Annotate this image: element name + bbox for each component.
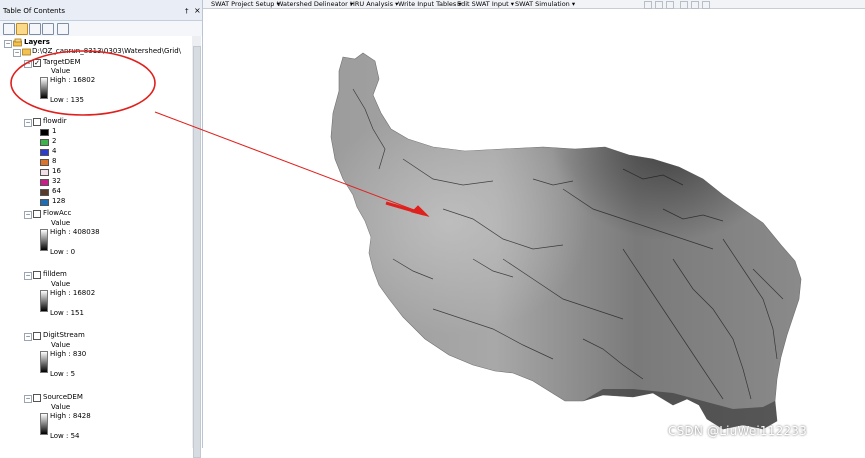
- layer-name-sourcedem[interactable]: SourceDEM: [43, 392, 83, 402]
- flowdir-swatch: [40, 149, 49, 156]
- toc-scrollbar[interactable]: [192, 36, 201, 458]
- menu-hru-analysis[interactable]: HRU Analysis ▾: [350, 0, 398, 8]
- layer-name-digitstream[interactable]: DigitStream: [43, 330, 85, 340]
- sourcedem-low: Low : 54: [50, 432, 80, 440]
- flowdir-class-label: 64: [52, 187, 61, 195]
- sourcedem-color-ramp: [40, 413, 48, 435]
- flowdir-swatch: [40, 129, 49, 136]
- watermark: CSDN @LiuWei112233: [668, 424, 807, 438]
- flowdir-class-label: 128: [52, 197, 66, 205]
- targetdem-collapse-icon[interactable]: −: [24, 60, 32, 68]
- targetdem-high: High : 16802: [50, 76, 96, 84]
- toolbar-disabled-icon[interactable]: [680, 1, 688, 9]
- list-by-drawing-order-icon[interactable]: [3, 23, 15, 35]
- menu-write-input-tables[interactable]: Write Input Tables ▾: [398, 0, 462, 8]
- list-by-selection-icon[interactable]: [42, 23, 54, 35]
- group-collapse-icon[interactable]: −: [13, 49, 21, 57]
- list-by-source-icon[interactable]: [16, 23, 28, 35]
- menu-swat-project-setup[interactable]: SWAT Project Setup ▾: [211, 0, 280, 8]
- flowdir-class-label: 8: [52, 157, 57, 165]
- sourcedem-collapse-icon[interactable]: −: [24, 395, 32, 403]
- toc-title: Table Of Contents: [3, 7, 66, 15]
- layer-name-filldem[interactable]: filldem: [43, 269, 67, 279]
- filldem-color-ramp: [40, 290, 48, 312]
- flowdir-collapse-icon[interactable]: −: [24, 119, 32, 127]
- flowdir-swatch: [40, 169, 49, 176]
- options-icon[interactable]: [57, 23, 69, 35]
- close-icon[interactable]: ×: [194, 6, 201, 15]
- pin-icon[interactable]: †: [185, 7, 189, 15]
- map-view[interactable]: [203, 9, 865, 448]
- menu-watershed-delineator[interactable]: Watershed Delineator ▾: [277, 0, 353, 8]
- layers-collapse-icon[interactable]: −: [4, 40, 12, 48]
- filldem-high: High : 16802: [50, 289, 96, 297]
- menu-swat-simulation[interactable]: SWAT Simulation ▾: [515, 0, 575, 8]
- toc-title-bar: Table Of Contents † ×: [0, 0, 202, 21]
- swat-toolbar: SWAT Project Setup ▾ Watershed Delineato…: [203, 0, 865, 9]
- layers-icon: [13, 38, 22, 47]
- toolbar-disabled-icon[interactable]: [655, 1, 663, 9]
- layer-name-flowdir[interactable]: flowdir: [43, 116, 67, 126]
- toolbar-disabled-icon[interactable]: [691, 1, 699, 9]
- flowacc-color-ramp: [40, 229, 48, 251]
- filldem-checkbox[interactable]: [33, 271, 41, 279]
- layer-name-flowacc[interactable]: FlowAcc: [43, 208, 71, 218]
- toolbar-disabled-icon[interactable]: [644, 1, 652, 9]
- filldem-collapse-icon[interactable]: −: [24, 272, 32, 280]
- flowacc-high: High : 408038: [50, 228, 100, 236]
- list-by-visibility-icon[interactable]: [29, 23, 41, 35]
- sourcedem-high: High : 8428: [50, 412, 91, 420]
- flowdir-class-label: 16: [52, 167, 61, 175]
- digitstream-collapse-icon[interactable]: −: [24, 333, 32, 341]
- digitstream-checkbox[interactable]: [33, 332, 41, 340]
- flowdir-swatch: [40, 159, 49, 166]
- flowdir-class-label: 1: [52, 127, 57, 135]
- folder-icon: [22, 48, 31, 56]
- flowacc-low: Low : 0: [50, 248, 76, 256]
- flowdir-swatch: [40, 199, 49, 206]
- toc-toolbar: [0, 21, 202, 36]
- digitstream-low: Low : 5: [50, 370, 76, 378]
- flowdir-class-label: 4: [52, 147, 57, 155]
- flowacc-checkbox[interactable]: [33, 210, 41, 218]
- dem-raster: [330, 52, 802, 430]
- flowdir-swatch: [40, 189, 49, 196]
- flowdir-swatch: [40, 139, 49, 146]
- flowdir-class-label: 2: [52, 137, 57, 145]
- flowacc-collapse-icon[interactable]: −: [24, 211, 32, 219]
- toc-scrollbar-thumb[interactable]: [193, 46, 201, 458]
- targetdem-low: Low : 135: [50, 96, 84, 104]
- digitstream-high: High : 830: [50, 350, 87, 358]
- group-path-label[interactable]: D:\QZ_canrun_8313\0303\Watershed\Grid\: [32, 46, 181, 56]
- menu-edit-swat-input[interactable]: Edit SWAT Input ▾: [457, 0, 514, 8]
- toolbar-disabled-icon[interactable]: [666, 1, 674, 9]
- dem-map: [330, 52, 802, 430]
- table-of-contents-panel: Table Of Contents † × − Layers − D:\QZ_c…: [0, 0, 203, 458]
- flowdir-swatch: [40, 179, 49, 186]
- toolbar-disabled-icon[interactable]: [702, 1, 710, 9]
- sourcedem-checkbox[interactable]: [33, 394, 41, 402]
- targetdem-checkbox[interactable]: ✓: [33, 59, 41, 67]
- digitstream-color-ramp: [40, 351, 48, 373]
- filldem-low: Low : 151: [50, 309, 84, 317]
- flowdir-checkbox[interactable]: [33, 118, 41, 126]
- targetdem-color-ramp: [40, 77, 48, 99]
- flowdir-class-label: 32: [52, 177, 61, 185]
